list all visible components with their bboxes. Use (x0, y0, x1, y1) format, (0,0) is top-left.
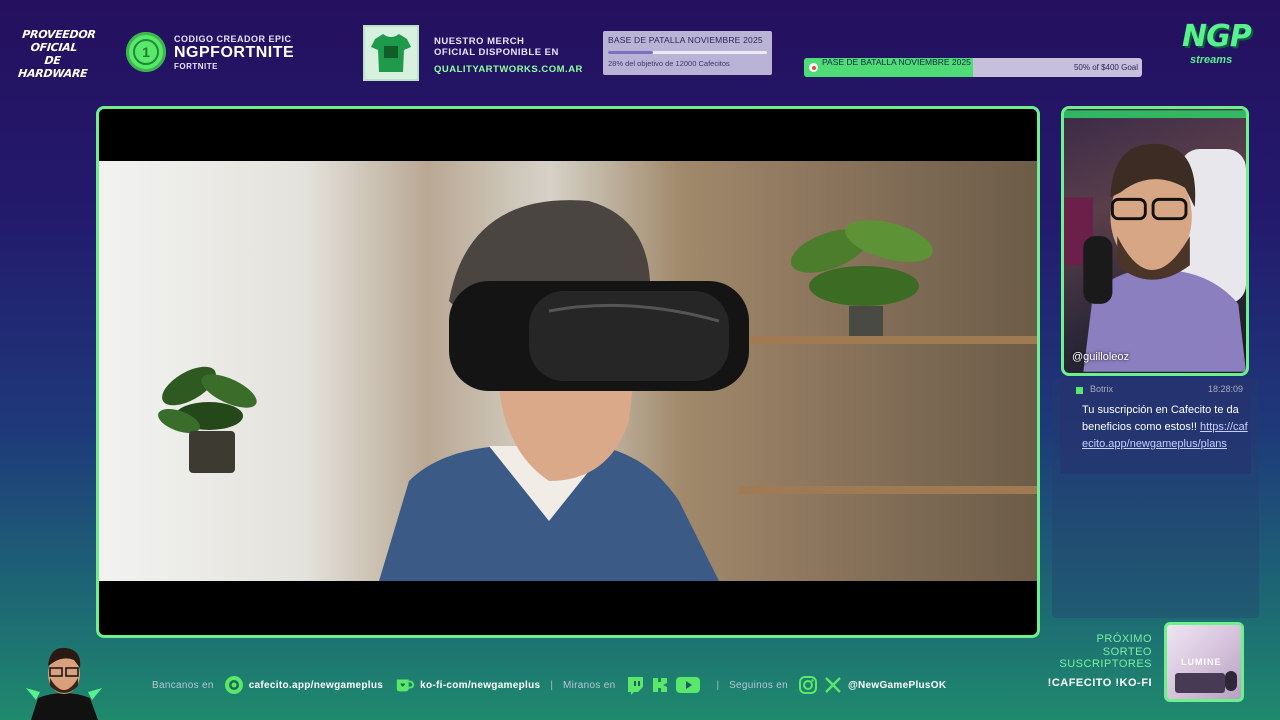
shirt-icon (371, 34, 411, 72)
streamer-handle: @guilloleoz (1072, 351, 1130, 363)
shelf (739, 486, 1037, 494)
chat-message: Botrix 18:28:09 Tu suscripción en Cafeci… (1060, 378, 1251, 474)
goal-progress-bar (608, 51, 767, 54)
streamer-webcam-image (1064, 110, 1246, 372)
epic-creator-code: 1 CODIGO CREADOR EPIC NGPFORTNITE FORTNI… (126, 32, 294, 72)
brand-sub: streams (1190, 54, 1233, 66)
main-video-frame[interactable] (96, 106, 1040, 638)
cafecito-icon (224, 675, 244, 695)
social-handle[interactable]: @NewGamePlusOK (848, 680, 946, 691)
chat-username: Botrix (1090, 384, 1114, 394)
bot-icon (1076, 387, 1083, 394)
merch-shirt-image (363, 25, 419, 81)
cafecito-link[interactable]: cafecito.app/newgameplus (249, 680, 383, 691)
goal-title: BASE DE PATALLA NOVIEMBRE 2025 (608, 35, 763, 45)
prize-device (1225, 671, 1237, 691)
brand-main: NGP (1182, 19, 1252, 54)
hardware-provider-logo: PROVEEDOR OFICIAL DE HARDWARE (17, 28, 97, 84)
person-with-vr-headset (379, 200, 749, 581)
ngp-streams-logo: NGP streams (1182, 22, 1258, 78)
goal-progress-text: 28% del objetivo de 12000 Cafecitos (608, 59, 730, 68)
bottom-social-bar: Bancanos en cafecito.app/newgameplus ko-… (152, 674, 946, 696)
seguinos-label: Seguinos en (729, 679, 788, 691)
miranos-label: Miranos en (562, 679, 616, 691)
giveaway-line2: SORTEO (1102, 645, 1152, 658)
epic-badge-icon: 1 (126, 32, 166, 72)
merch-url: QUALITYARTWORKS.COM.AR (434, 64, 583, 75)
prize-brand-text: LUMINE (1181, 657, 1222, 667)
kofi-cup-icon (395, 675, 415, 695)
separator: | (550, 679, 553, 691)
goal-heart-icon (809, 63, 818, 72)
epic-code: NGPFORTNITE (174, 43, 295, 61)
hardware-line2: OFICIAL DE (29, 41, 78, 67)
giveaway-line3: SUSCRIPTORES (1059, 658, 1152, 670)
epic-caption: CODIGO CREADOR EPIC (174, 33, 292, 44)
merch-promo: NUESTRO MERCH OFICIAL DISPONIBLE EN QUAL… (434, 36, 583, 75)
streamer-avatar-illustration (26, 647, 102, 720)
epic-game: FORTNITE (174, 61, 218, 71)
merch-line1: NUESTRO MERCH (434, 36, 525, 47)
twitch-icon[interactable] (625, 675, 645, 695)
giveaway-prize-image: LUMINE (1164, 622, 1244, 702)
chat-panel[interactable]: Botrix 18:28:09 Tu suscripción en Cafeci… (1052, 378, 1259, 618)
chat-timestamp: 18:28:09 (1207, 384, 1243, 394)
giveaway-line1: PRÓXIMO (1096, 633, 1152, 645)
instagram-icon[interactable] (798, 675, 818, 695)
goal-widget-cafecitos: BASE DE PATALLA NOVIEMBRE 2025 28% del o… (603, 31, 772, 75)
giveaway-commands: !CAFECITO !KO-FI (1047, 676, 1152, 689)
goal-progress-fill (608, 51, 653, 54)
hardware-line3: HARDWARE (17, 67, 89, 80)
youtube-icon[interactable] (675, 675, 701, 695)
kick-icon[interactable] (650, 675, 670, 695)
hardware-line1: PROVEEDOR (21, 28, 97, 41)
bancanos-label: Bancanos en (152, 679, 214, 691)
merch-line2: OFICIAL DISPONIBLE EN (434, 47, 559, 58)
video-scene-image (99, 161, 1037, 581)
plant-decoration (790, 220, 933, 336)
prize-device (1175, 673, 1225, 693)
goal-title: PASE DE BATALLA NOVIEMBRE 2025 (822, 58, 971, 67)
kofi-link[interactable]: ko-fi-com/newgameplus (420, 680, 540, 691)
chat-text: Tu suscripción en Cafecito te da benefic… (1082, 402, 1248, 453)
goal-widget-battle-pass: PASE DE BATALLA NOVIEMBRE 2025 50% of $4… (804, 58, 1142, 77)
webcam-frame: @guilloleoz (1061, 106, 1249, 376)
goal-progress-text: 50% of $400 Goal (1073, 63, 1138, 72)
plant-pot (189, 431, 235, 473)
giveaway-promo: PRÓXIMO SORTEO SUSCRIPTORES !CAFECITO !K… (1028, 633, 1152, 689)
x-icon[interactable] (823, 675, 843, 695)
separator: | (716, 679, 720, 691)
